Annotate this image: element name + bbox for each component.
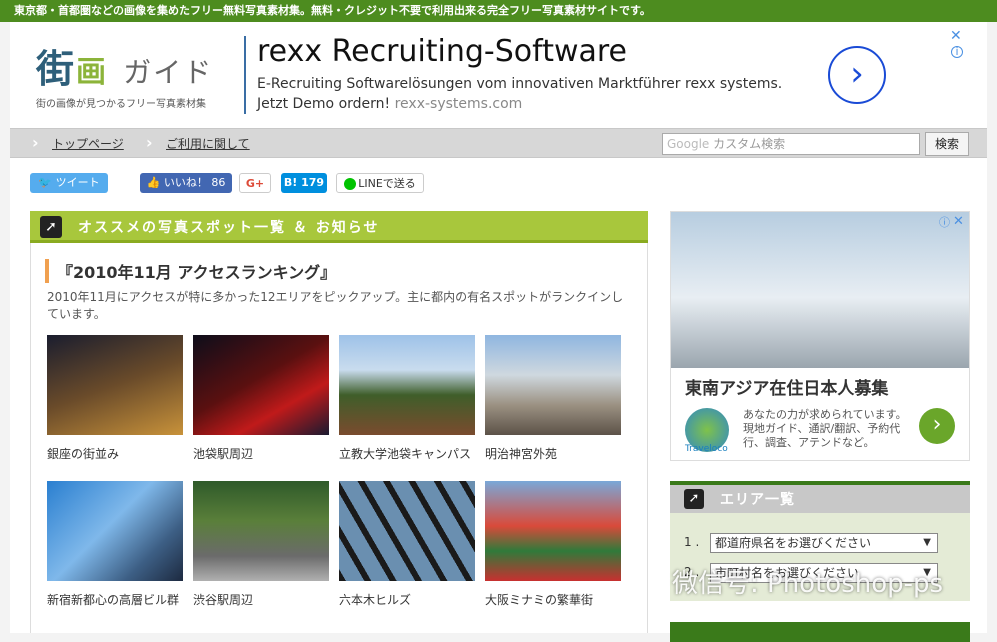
section-title: オススメの写真スポット一覧 ＆ お知らせ: [78, 220, 380, 236]
photo-card[interactable]: 六本木ヒルズ: [339, 481, 475, 608]
ad-divider: [244, 36, 246, 114]
photo-caption[interactable]: 立教大学池袋キャンパス: [339, 447, 475, 462]
photo-image[interactable]: [193, 335, 329, 435]
arrow-up-right-icon: ➚: [684, 489, 704, 509]
photo-image[interactable]: [485, 481, 621, 581]
area-row-number: 1 .: [684, 535, 700, 549]
nav-home-link[interactable]: トップページ: [52, 135, 124, 152]
photo-image[interactable]: [47, 481, 183, 581]
facebook-like-button[interactable]: 👍 いいね！ 86: [140, 173, 232, 193]
ad-building-image[interactable]: [671, 212, 969, 368]
area-list-header: ➚ エリア一覧: [670, 485, 970, 513]
article-description: 2010年11月にアクセスが特に多かった12エリアをピックアップ。主に都内の有名…: [47, 290, 624, 321]
arrow-up-right-icon: ➚: [40, 216, 62, 238]
google-plus-button[interactable]: G+: [239, 173, 271, 193]
line-icon: [344, 178, 357, 190]
sidebar-ad[interactable]: ⓘ ✕ 東南アジア在住日本人募集 Traveloco あなたの力が求められていま…: [670, 211, 970, 461]
logo-title: 街画 ガイド: [36, 47, 214, 91]
line-share-button[interactable]: LINEで送る: [336, 173, 424, 193]
photo-image[interactable]: [339, 335, 475, 435]
hatena-bookmark-button[interactable]: B! 179: [281, 173, 327, 193]
ad-arrow-button[interactable]: ›: [828, 46, 886, 104]
ad-info-icon[interactable]: ⓘ: [939, 214, 950, 230]
photo-card[interactable]: 渋谷駅周辺: [193, 481, 329, 608]
photo-card[interactable]: 明治神宮外苑: [485, 335, 621, 462]
section-header: ➚ オススメの写真スポット一覧 ＆ お知らせ: [30, 211, 648, 243]
sidebar-ad-logo-label: Traveloco: [685, 444, 728, 454]
article-box: 『2010年11月 アクセスランキング』 2010年11月にアクセスが特に多かっ…: [30, 243, 648, 633]
ad-close-icon[interactable]: ✕: [953, 214, 964, 229]
ad-close-icon[interactable]: ✕: [950, 28, 962, 44]
sidebar-ad-arrow-button[interactable]: ›: [919, 408, 955, 444]
site-tagline-bar: 東京都・首都圏などの画像を集めたフリー無料写真素材集。無料・クレジット不要で利用…: [0, 0, 997, 22]
sidebar-ad-title[interactable]: 東南アジア在住日本人募集: [685, 374, 888, 399]
watermark: 微信号: Photoshop-ps: [672, 569, 944, 599]
ad-url: rexx-systems.com: [394, 96, 523, 112]
thumbs-up-icon: 👍: [146, 176, 161, 189]
photo-image[interactable]: [193, 481, 329, 581]
nav-bar: › トップページ › ご利用に関して Google カスタム検索 検索: [10, 128, 987, 158]
photo-caption[interactable]: 銀座の街並み: [47, 447, 183, 462]
photo-card[interactable]: 大阪ミナミの繁華街: [485, 481, 621, 608]
dropdown-arrow-icon: ▼: [923, 537, 931, 548]
photo-caption[interactable]: 明治神宮外苑: [485, 447, 621, 462]
photo-card[interactable]: 立教大学池袋キャンパス: [339, 335, 475, 462]
next-panel-header: [670, 622, 970, 642]
site-logo[interactable]: 街画 ガイド 街の画像が見つかるフリー写真素材集: [36, 38, 236, 118]
ad-info-icon[interactable]: i: [951, 46, 963, 58]
prefecture-select[interactable]: 都道府県名をお選びください ▼: [710, 533, 938, 553]
article-title[interactable]: 『2010年11月 アクセスランキング』: [45, 259, 336, 283]
sidebar-ad-text: あなたの力が求められています。現地ガイド、通訳/翻訳、予約代行、調査、アテンドな…: [743, 408, 907, 449]
ad-description[interactable]: E-Recruiting Softwarelösungen vom innova…: [257, 74, 797, 114]
chevron-right-icon: ›: [146, 133, 153, 152]
logo-subtitle: 街の画像が見つかるフリー写真素材集: [36, 99, 206, 110]
photo-caption[interactable]: 大阪ミナミの繁華街: [485, 593, 621, 608]
photo-card[interactable]: 銀座の街並み: [47, 335, 183, 462]
tweet-button[interactable]: 🐦 ツイート: [30, 173, 108, 193]
photo-caption[interactable]: 新宿新都心の高層ビル群: [47, 593, 183, 608]
photo-card[interactable]: 新宿新都心の高層ビル群: [47, 481, 183, 608]
chevron-right-icon: ›: [32, 133, 39, 152]
photo-image[interactable]: [485, 335, 621, 435]
search-button[interactable]: 検索: [925, 132, 969, 156]
ad-title[interactable]: rexx Recruiting-Software: [257, 34, 627, 69]
photo-image[interactable]: [47, 335, 183, 435]
photo-image[interactable]: [339, 481, 475, 581]
area-list-title: エリア一覧: [720, 492, 795, 508]
site-header: 街画 ガイド 街の画像が見つかるフリー写真素材集 rexx Recruiting…: [10, 22, 987, 128]
main-content: 🐦 ツイート 👍 いいね！ 86 G+ B! 179 LINEで送る ➚ オスス…: [10, 158, 987, 642]
nav-usage-link[interactable]: ご利用に関して: [166, 135, 250, 152]
twitter-icon: 🐦: [38, 176, 53, 189]
photo-caption[interactable]: 池袋駅周辺: [193, 447, 329, 462]
search-input[interactable]: Google カスタム検索: [662, 133, 920, 155]
photo-caption[interactable]: 六本木ヒルズ: [339, 593, 475, 608]
photo-caption[interactable]: 渋谷駅周辺: [193, 593, 329, 608]
photo-card[interactable]: 池袋駅周辺: [193, 335, 329, 462]
